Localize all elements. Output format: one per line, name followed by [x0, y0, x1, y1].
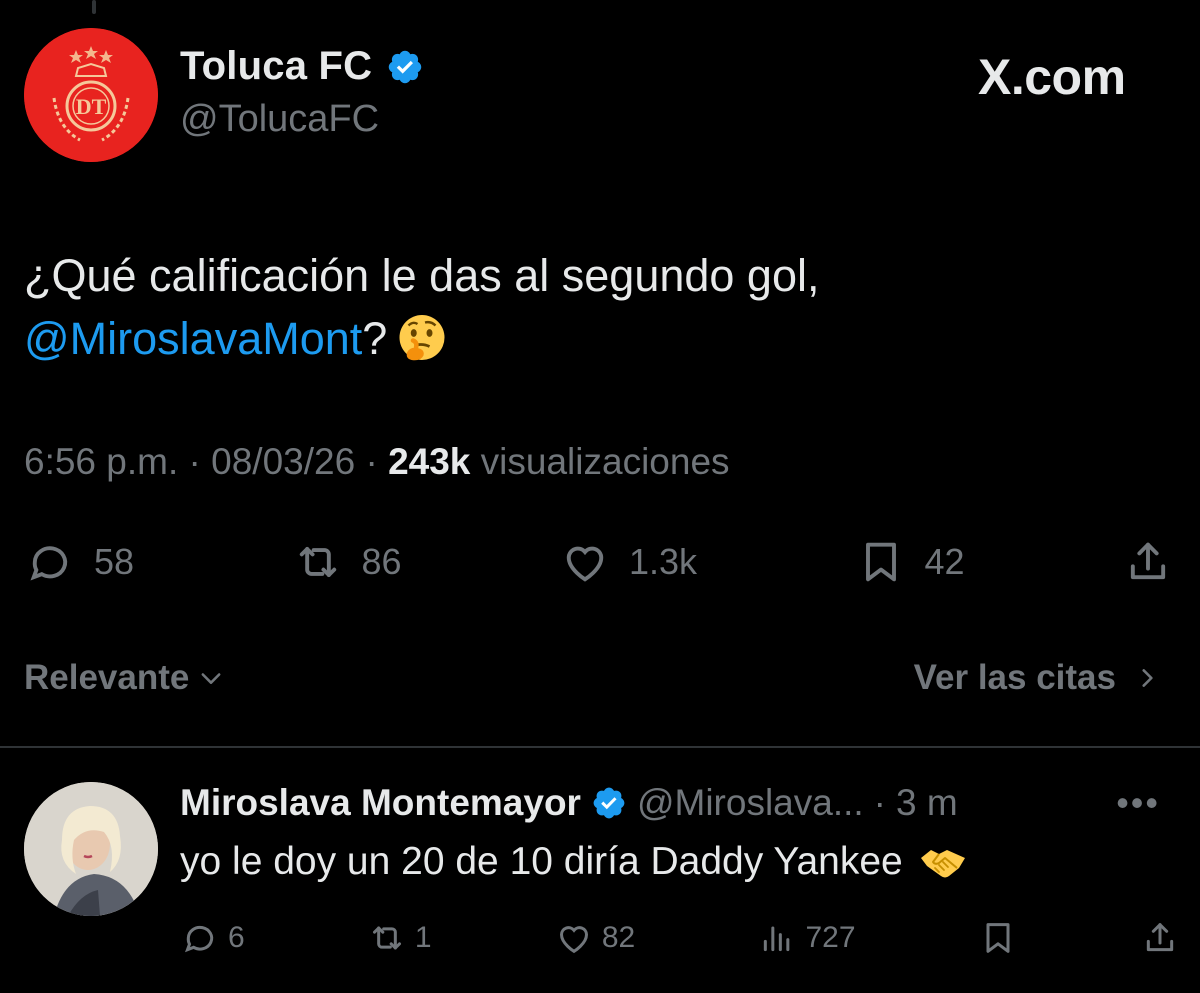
tweet-time[interactable]: 6:56 p.m.	[24, 441, 178, 482]
reply-separator: ·	[873, 782, 886, 823]
like-button[interactable]: 1.3k	[559, 536, 697, 588]
top-scroll-tick	[92, 0, 96, 14]
handshake-icon	[920, 850, 965, 878]
view-quotes-link[interactable]: Ver las citas	[914, 658, 1160, 698]
verified-badge-icon	[388, 50, 422, 83]
reply-count: 58	[94, 541, 135, 582]
reply-header: Miroslava Montemayor @Miroslava... · 3 m	[180, 782, 958, 824]
author-name-row[interactable]: Toluca FC	[180, 44, 424, 89]
reply-bookmark-button[interactable]	[978, 918, 1018, 958]
reply-time[interactable]: 3 m	[896, 782, 958, 824]
reply-like-button[interactable]: 82	[554, 918, 635, 958]
views-label: visualizaciones	[480, 441, 730, 482]
more-options-icon[interactable]: •••	[1116, 782, 1160, 824]
reply-icon	[30, 546, 68, 581]
verified-badge-icon	[593, 787, 625, 819]
brand-logo-text: X.com	[978, 49, 1126, 105]
repost-button[interactable]: 86	[292, 536, 402, 588]
thinking-face-icon	[399, 315, 445, 361]
author-handle[interactable]: @TolucaFC	[180, 98, 379, 141]
sort-label: Relevante	[24, 658, 190, 697]
reply-text: yo le doy un 20 de 10 diría Daddy Yankee	[180, 840, 967, 884]
share-button[interactable]	[1122, 536, 1174, 588]
reply-action-bar: 6 1 82 727	[180, 914, 1180, 962]
author-display-name[interactable]: Toluca FC	[180, 44, 372, 89]
heart-icon	[559, 926, 588, 954]
reply-button[interactable]: 58	[24, 536, 134, 588]
analytics-icon	[764, 926, 790, 952]
sort-dropdown[interactable]: Relevante	[24, 658, 225, 698]
view-quotes-label: Ver las citas	[913, 658, 1116, 697]
reply-views-button[interactable]: 727	[757, 918, 856, 958]
tweet-text-line2: @MiroslavaMont?	[24, 307, 1164, 370]
heart-icon	[566, 546, 604, 582]
section-divider	[0, 746, 1200, 748]
toluca-avatar[interactable]: DT	[24, 28, 158, 162]
reply-repost-button[interactable]: 1	[367, 918, 432, 958]
mention-link[interactable]: @MiroslavaMont	[24, 313, 362, 364]
reply-repost-count: 1	[414, 921, 432, 954]
svg-text:DT: DT	[76, 94, 107, 119]
tweet-date[interactable]: 08/03/26	[211, 441, 355, 482]
chevron-down-icon	[201, 673, 221, 684]
profile-photo-icon	[24, 782, 158, 916]
repost-icon	[372, 926, 401, 950]
reply-author-name[interactable]: Miroslava Montemayor	[180, 782, 581, 824]
tweet-meta: 6:56 p.m. · 08/03/26 · 243k visualizacio…	[24, 441, 730, 482]
toluca-crest-icon: DT	[24, 28, 158, 162]
tweet-text-line1: ¿Qué calificación le das al segundo gol,	[24, 250, 820, 301]
tweet-action-bar: 58 86 1.3k 42	[24, 530, 1174, 594]
chevron-right-icon	[1142, 669, 1153, 687]
repost-count: 86	[361, 541, 402, 582]
reply-text-content: yo le doy un 20 de 10 diría Daddy Yankee	[180, 840, 903, 883]
reply-author-avatar[interactable]	[24, 782, 158, 916]
views-count: 243k	[388, 441, 471, 482]
share-icon	[1130, 542, 1166, 580]
reply-author-handle[interactable]: @Miroslava...	[637, 782, 864, 824]
like-count: 1.3k	[629, 541, 698, 582]
tweet-text: ¿Qué calificación le das al segundo gol,…	[24, 244, 1164, 370]
bookmark-icon	[865, 542, 896, 582]
reply-reply-button[interactable]: 6	[180, 918, 245, 958]
repost-icon	[299, 547, 336, 577]
reply-views-count: 727	[805, 921, 856, 954]
bookmark-count: 42	[924, 541, 965, 582]
reply-icon	[184, 925, 214, 953]
bookmark-button[interactable]: 42	[855, 536, 965, 588]
tweet-text-suffix: ?	[362, 313, 388, 364]
reply-share-button[interactable]	[1140, 918, 1180, 958]
reply-like-count: 82	[601, 921, 636, 954]
reply-reply-count: 6	[228, 921, 245, 954]
bookmark-icon	[986, 923, 1010, 953]
share-icon	[1146, 923, 1174, 952]
